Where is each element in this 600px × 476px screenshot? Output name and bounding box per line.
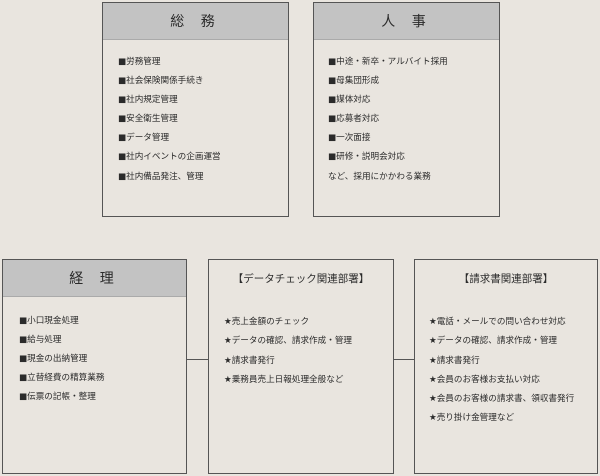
jinji-box: 人 事 ■中途・新卒・アルバイト採用 ■母集団形成 ■媒体対応 ■応募者対応 ■… (313, 2, 500, 217)
list-item: ■伝票の記帳・整理 (19, 392, 96, 403)
list-item: ★電話・メールでの問い合わせ対応 (429, 317, 566, 327)
list-item: ■母集団形成 (328, 76, 380, 87)
connector-data-seikyu (394, 359, 414, 360)
list-item: ■小口現金処理 (19, 316, 79, 326)
list-item: など、採用にかかわる業務 (328, 171, 431, 182)
list-item: ★会員のお客様の請求書、領収書発行 (429, 394, 575, 405)
list-item: ■給与処理 (19, 335, 62, 346)
data-check-dept-title: 【データチェック関連部署】 (232, 272, 370, 285)
list-item: ★売上金額のチェック (224, 317, 310, 327)
connector-keiri-data (187, 359, 208, 360)
list-item: ★データの確認、請求作成・管理 (429, 336, 558, 347)
list-item: ★請求書発行 (429, 355, 480, 366)
jinji-list: ■中途・新卒・アルバイト採用 ■母集団形成 ■媒体対応 ■応募者対応 ■一次面接… (314, 40, 499, 183)
soumu-box: 総 務 ■労務管理 ■社会保険関係手続き ■社内規定管理 ■安全衛生管理 ■デー… (102, 2, 289, 217)
list-item: ■中途・新卒・アルバイト採用 (328, 57, 448, 67)
list-item: ★データの確認、請求作成・管理 (224, 336, 353, 347)
list-item: ■社内イベントの企画運営 (118, 152, 221, 163)
list-item: ■データ管理 (118, 133, 170, 144)
list-item: ★乗務員売上日報処理全般など (224, 374, 344, 385)
list-item: ■媒体対応 (328, 95, 371, 106)
list-item: ■社会保険関係手続き (118, 76, 204, 87)
jinji-title: 人 事 (314, 3, 499, 40)
invoice-dept-title: 【請求書関連部署】 (458, 272, 554, 285)
list-item: ★請求書発行 (224, 355, 275, 366)
invoice-dept-box: 【請求書関連部署】 ★電話・メールでの問い合わせ対応 ★データの確認、請求作成・… (414, 259, 598, 474)
list-item: ■社内備品発注、管理 (118, 171, 204, 182)
soumu-list: ■労務管理 ■社会保険関係手続き ■社内規定管理 ■安全衛生管理 ■データ管理 … (103, 40, 288, 183)
invoice-dept-list: ★電話・メールでの問い合わせ対応 ★データの確認、請求作成・管理 ★請求書発行 … (415, 296, 597, 424)
list-item: ★会員のお客様お支払い対応 (429, 374, 540, 385)
list-item: ■応募者対応 (328, 114, 380, 125)
data-check-dept-box: 【データチェック関連部署】 ★売上金額のチェック ★データの確認、請求作成・管理… (208, 259, 394, 474)
keiri-box: 経 理 ■小口現金処理 ■給与処理 ■現金の出納管理 ■立替経費の精算業務 ■伝… (2, 259, 187, 474)
list-item: ■立替経費の精算業務 (19, 373, 105, 384)
keiri-list: ■小口現金処理 ■給与処理 ■現金の出納管理 ■立替経費の精算業務 ■伝票の記帳… (3, 297, 186, 403)
keiri-title: 経 理 (3, 260, 186, 297)
list-item: ■労務管理 (118, 57, 161, 67)
list-item: ■社内規定管理 (118, 95, 178, 106)
data-check-dept-list: ★売上金額のチェック ★データの確認、請求作成・管理 ★請求書発行 ★乗務員売上… (209, 296, 393, 386)
list-item: ■一次面接 (328, 133, 371, 144)
list-item: ★売り掛け金管理など (429, 413, 515, 424)
list-item: ■現金の出納管理 (19, 354, 88, 365)
list-item: ■安全衛生管理 (118, 114, 178, 125)
list-item: ■研修・説明会対応 (328, 152, 405, 163)
soumu-title: 総 務 (103, 3, 288, 40)
